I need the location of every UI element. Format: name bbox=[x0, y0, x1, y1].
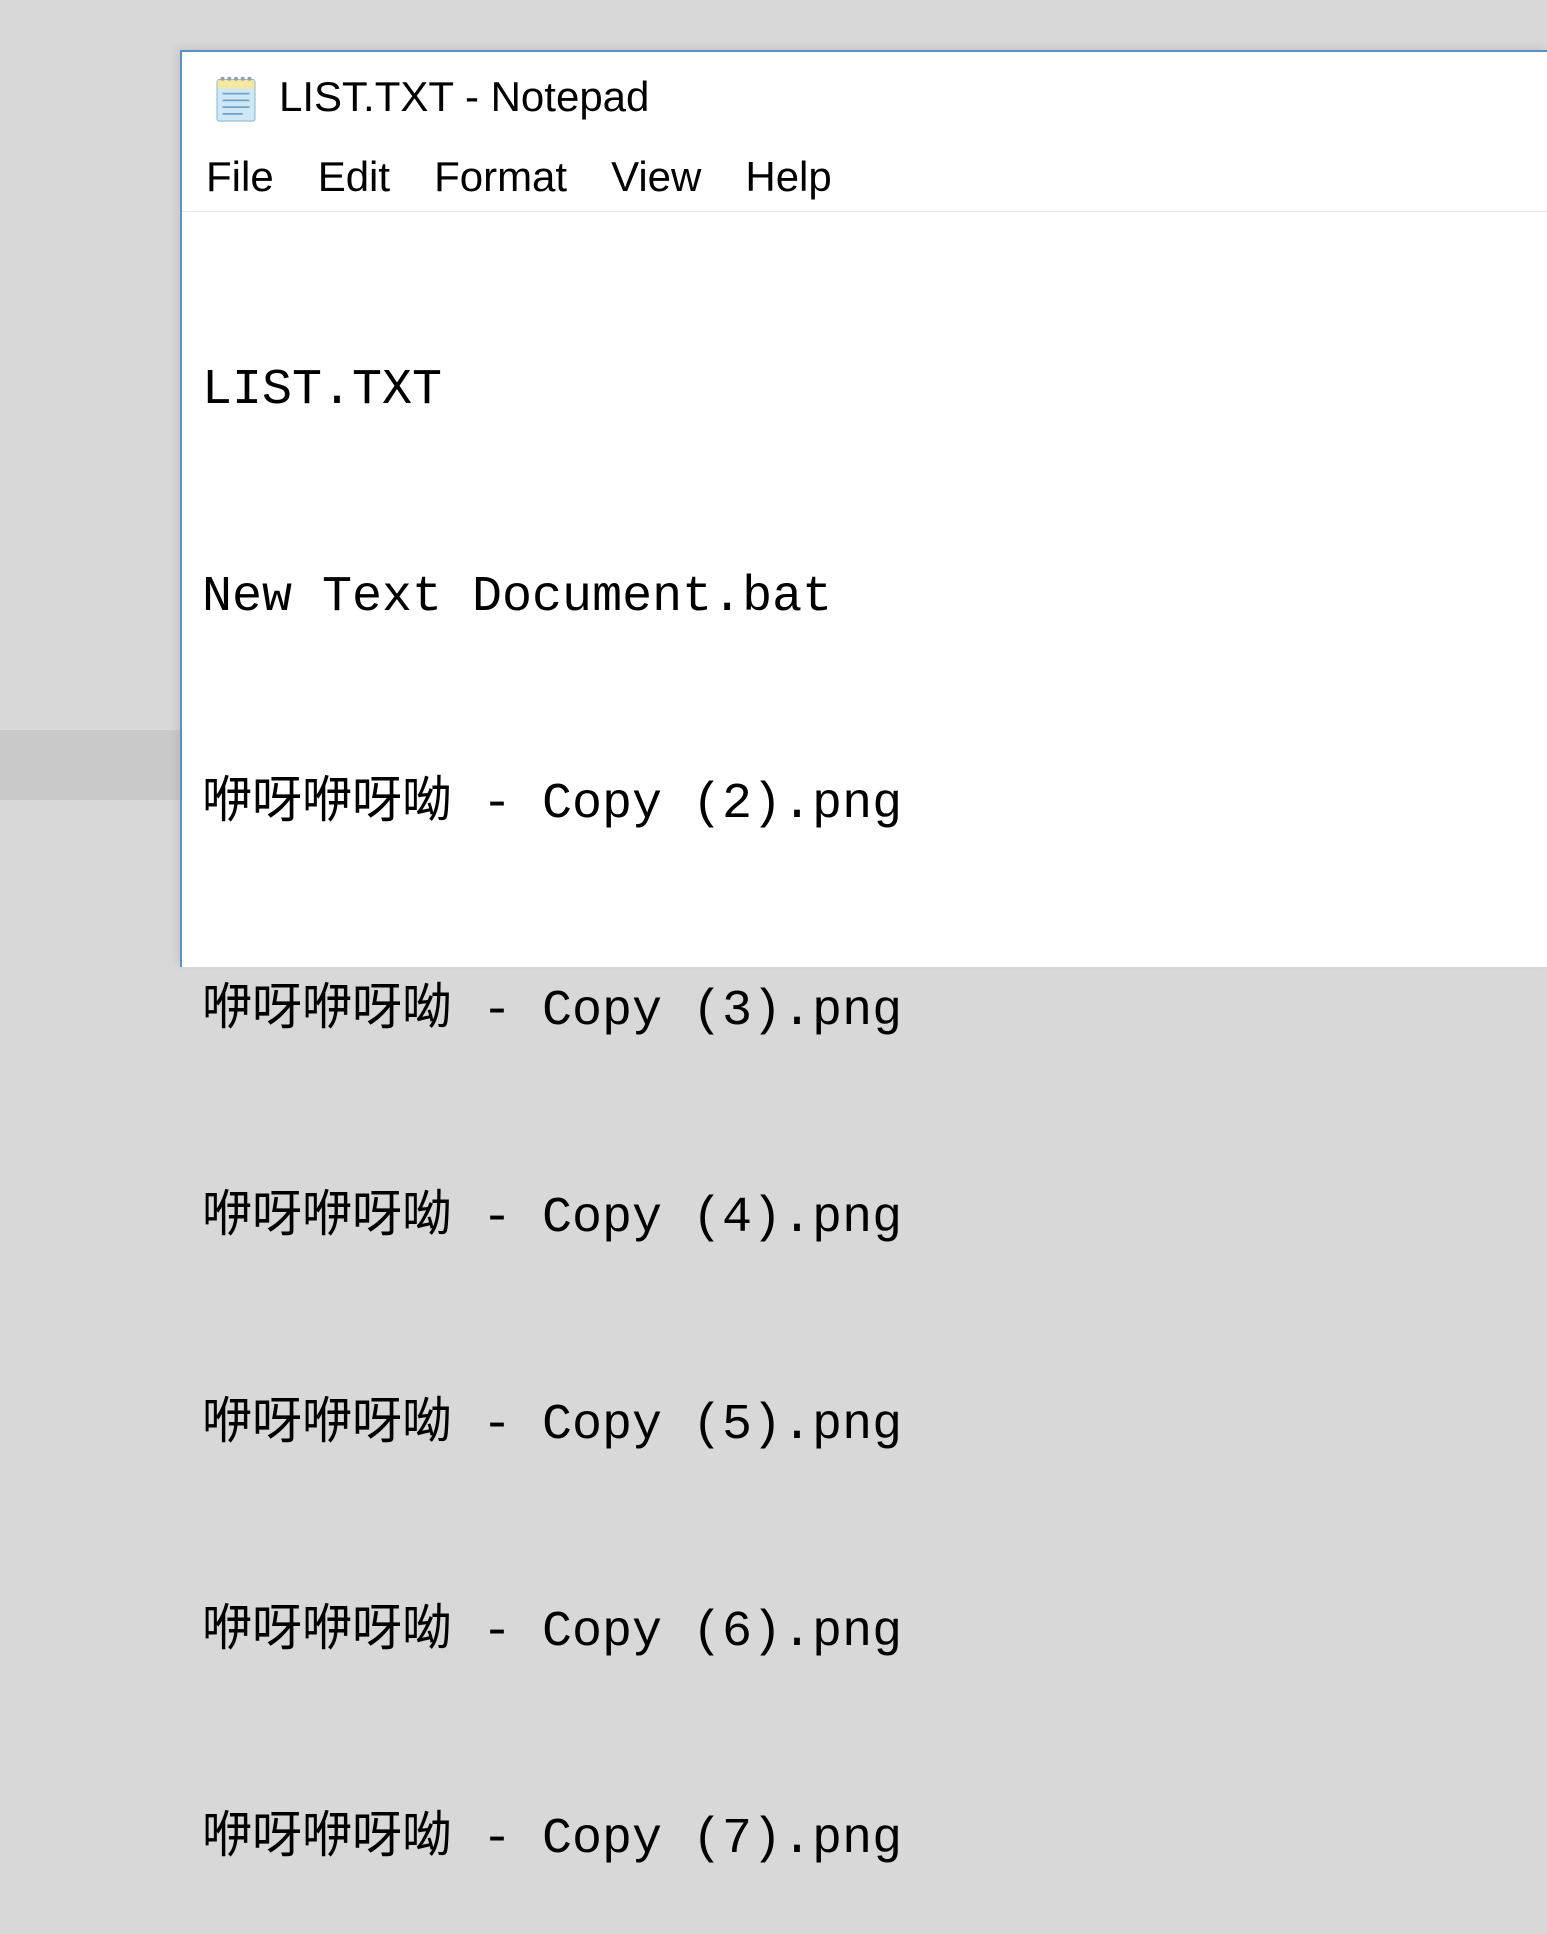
menu-edit[interactable]: Edit bbox=[296, 147, 412, 207]
editor-line: LIST.TXT bbox=[202, 356, 1547, 425]
editor-line: 咿呀咿呀呦 - Copy (4).png bbox=[202, 1184, 1547, 1253]
menu-file[interactable]: File bbox=[200, 147, 296, 207]
menu-format[interactable]: Format bbox=[412, 147, 589, 207]
text-editor-area[interactable]: LIST.TXT New Text Document.bat 咿呀咿呀呦 - C… bbox=[182, 212, 1547, 1934]
menu-help[interactable]: Help bbox=[723, 147, 853, 207]
window-title: LIST.TXT - Notepad bbox=[279, 73, 649, 121]
titlebar[interactable]: LIST.TXT - Notepad bbox=[182, 52, 1547, 142]
editor-line: 咿呀咿呀呦 - Copy (7).png bbox=[202, 1805, 1547, 1874]
desktop-background-strip bbox=[0, 730, 180, 800]
editor-line: 咿呀咿呀呦 - Copy (2).png bbox=[202, 770, 1547, 839]
notepad-window: LIST.TXT - Notepad File Edit Format View… bbox=[180, 50, 1547, 967]
editor-line: 咿呀咿呀呦 - Copy (5).png bbox=[202, 1391, 1547, 1460]
editor-line: New Text Document.bat bbox=[202, 563, 1547, 632]
notepad-icon bbox=[207, 68, 265, 126]
editor-line: 咿呀咿呀呦 - Copy (3).png bbox=[202, 977, 1547, 1046]
menubar: File Edit Format View Help bbox=[182, 142, 1547, 212]
menu-view[interactable]: View bbox=[589, 147, 723, 207]
editor-line: 咿呀咿呀呦 - Copy (6).png bbox=[202, 1598, 1547, 1667]
